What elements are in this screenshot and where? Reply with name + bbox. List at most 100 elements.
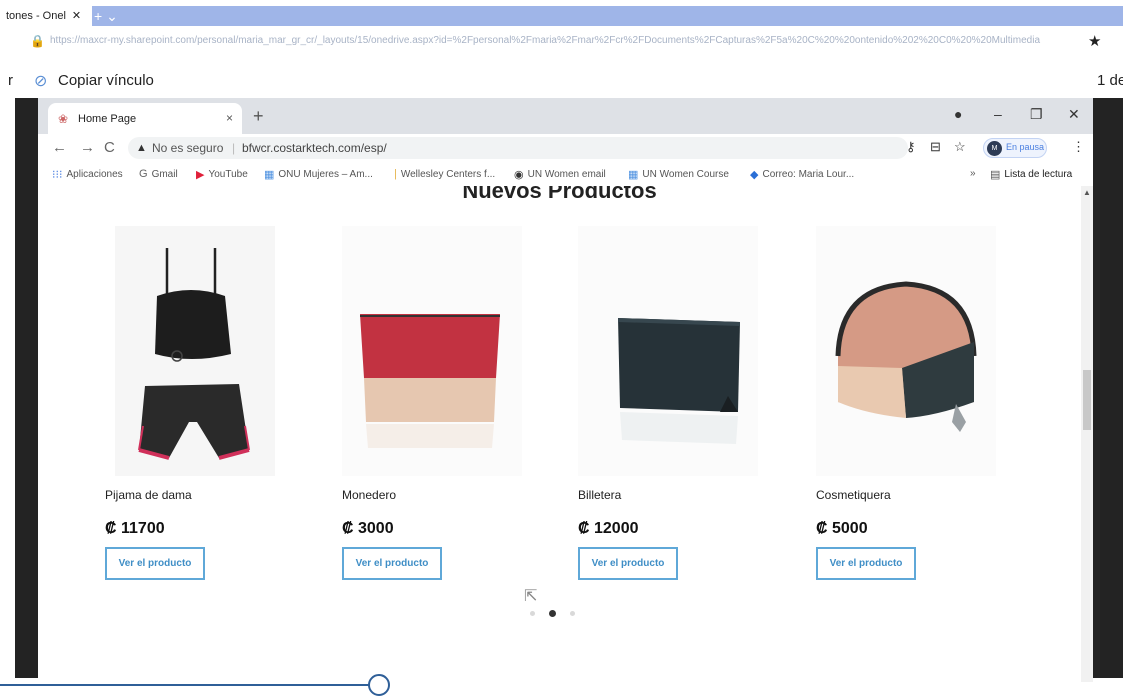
google-icon: G <box>139 168 148 180</box>
view-product-button[interactable]: Ver el producto <box>342 547 442 580</box>
bookmark-label: Gmail <box>151 168 178 180</box>
bookmarks-bar: ⁝⁝⁝ Aplicaciones G Gmail ▶ YouTube ▦ ONU Muj… <box>38 162 1093 186</box>
outer-tab-close-icon[interactable]: ✕ <box>72 6 81 26</box>
view-product-button[interactable]: Ver el producto <box>816 547 916 580</box>
bookmark-label: Aplicaciones <box>66 169 123 180</box>
outer-tab[interactable]: tones - Onel ✕ <box>0 6 87 26</box>
bookmark-youtube[interactable]: ▶ YouTube <box>196 168 248 181</box>
carousel-dots <box>530 610 575 617</box>
product-name[interactable]: Monedero <box>342 488 396 502</box>
close-window-button[interactable]: ✕ <box>1068 106 1080 123</box>
page-content: Nuevos Productos Pijama de dama ₡ 11700 … <box>38 186 1081 682</box>
outer-tab-label: tones - Onel <box>6 10 66 22</box>
copy-link-button[interactable]: Copiar vínculo <box>58 72 154 89</box>
page-counter: 1 de <box>1097 72 1123 89</box>
omnibox-separator: | <box>232 141 236 155</box>
cast-icon[interactable]: ⊟ <box>930 139 941 155</box>
bookmark-correo[interactable]: ◆ Correo: Maria Lour... <box>750 168 854 181</box>
tab-title: Home Page <box>78 113 137 125</box>
bookmark-un-women-email[interactable]: ◉ UN Women email <box>514 168 606 181</box>
product-image-coin-purse[interactable] <box>342 226 522 476</box>
video-progress-handle[interactable] <box>368 674 390 696</box>
bookmark-gmail[interactable]: G Gmail <box>139 168 178 180</box>
left-letterbox <box>15 98 38 678</box>
inner-address-bar[interactable]: ▲ No es seguro | bfwcr.costarktech.com/e… <box>128 137 908 159</box>
back-arrow-icon[interactable]: ← <box>52 139 67 156</box>
menu-icon[interactable]: ⋮ <box>1072 139 1085 155</box>
record-icon[interactable]: ● <box>954 106 962 122</box>
restore-button[interactable]: ❐ <box>1030 106 1043 123</box>
carousel-dot-active[interactable] <box>549 610 556 617</box>
bookmark-label: YouTube <box>208 169 248 180</box>
product-name[interactable]: Billetera <box>578 488 621 502</box>
star-icon[interactable]: ☆ <box>954 139 966 155</box>
profile-button[interactable]: M En pausa <box>983 138 1047 158</box>
scroll-up-arrow-icon[interactable]: ▲ <box>1083 188 1091 197</box>
inner-url[interactable]: bfwcr.costarktech.com/esp/ <box>242 137 387 159</box>
product-price: ₡ 5000 <box>816 520 868 537</box>
right-letterbox <box>1093 98 1123 678</box>
view-product-button[interactable]: Ver el producto <box>105 547 205 580</box>
site-icon: ▦ <box>628 169 639 181</box>
tab-close-icon[interactable]: × <box>226 111 233 125</box>
bookmark-label: UN Women email <box>527 169 606 180</box>
product-name[interactable]: Cosmetiquera <box>816 488 891 502</box>
reading-list-icon: ▤ <box>990 169 1001 181</box>
vertical-scrollbar[interactable]: ▲ <box>1081 186 1093 682</box>
bookmark-label: UN Women Course <box>642 169 729 180</box>
bookmark-apps[interactable]: ⁝⁝⁝ Aplicaciones <box>52 168 123 181</box>
bookmark-label: Wellesley Centers f... <box>400 168 496 180</box>
bookmark-wellesley[interactable]: | Wellesley Centers f... <box>394 168 495 180</box>
toolbar-fragment: r <box>8 72 13 89</box>
apps-grid-icon: ⁝⁝⁝ <box>52 169 63 181</box>
youtube-icon: ▶ <box>196 169 205 181</box>
site-icon: | <box>394 168 397 180</box>
bookmark-label: Correo: Maria Lour... <box>762 169 855 180</box>
outer-tab-bar: tones - Onel ✕ + ⌄ <box>0 0 1123 26</box>
reading-list-label: Lista de lectura <box>1004 169 1073 180</box>
reading-list[interactable]: ▤ Lista de lectura <box>990 168 1072 181</box>
avatar: M <box>987 141 1002 156</box>
site-icon: ▦ <box>264 169 275 181</box>
product-image-cosmetic-bag[interactable] <box>816 226 996 476</box>
inner-tab-strip: ❀ Home Page × + ● – ❐ ✕ <box>38 98 1093 134</box>
bookmark-star-icon[interactable]: ★ <box>1088 32 1101 50</box>
warning-icon: ▲ <box>136 142 147 154</box>
outer-toolbar: r ⊘ Copiar vínculo 1 de <box>0 66 1123 94</box>
carousel-dot[interactable] <box>530 611 535 616</box>
profile-status: En pausa <box>1006 142 1045 152</box>
lock-icon: 🔒 <box>30 34 45 48</box>
product-price: ₡ 11700 <box>105 520 165 537</box>
product-image-pajama[interactable] <box>105 226 285 476</box>
product-image-wallet[interactable] <box>578 226 758 476</box>
outlook-icon: ◆ <box>750 169 759 181</box>
bookmark-un-women-course[interactable]: ▦ UN Women Course <box>628 168 729 181</box>
product-price: ₡ 12000 <box>578 520 639 537</box>
product-price: ₡ 3000 <box>342 520 394 537</box>
outer-url[interactable]: https://maxcr-my.sharepoint.com/personal… <box>50 35 1070 46</box>
site-favicon-icon: ❀ <box>58 112 69 126</box>
view-product-button[interactable]: Ver el producto <box>578 547 678 580</box>
outer-address-bar[interactable]: 🔒 https://maxcr-my.sharepoint.com/person… <box>0 30 1123 52</box>
video-progress-bar[interactable] <box>0 684 380 686</box>
site-icon: ◉ <box>514 169 524 181</box>
inner-browser-window: ❀ Home Page × + ● – ❐ ✕ ← → C ▲ No es se… <box>38 98 1093 682</box>
not-secure-label[interactable]: No es seguro <box>152 137 223 159</box>
outer-tab-strip <box>92 6 1123 26</box>
key-icon[interactable]: ⚷ <box>906 139 916 155</box>
inner-nav-bar: ← → C ▲ No es seguro | bfwcr.costarktech… <box>38 134 1093 162</box>
bookmark-label: ONU Mujeres – Am... <box>278 169 373 180</box>
more-bookmarks-icon[interactable]: » <box>970 168 976 179</box>
section-heading: Nuevos Productos <box>462 186 657 203</box>
reload-icon[interactable]: C <box>104 139 115 156</box>
new-tab-button[interactable]: + <box>253 106 264 127</box>
product-name[interactable]: Pijama de dama <box>105 488 192 502</box>
outer-new-tab-button[interactable]: + ⌄ <box>94 6 122 26</box>
forward-arrow-icon[interactable]: → <box>80 139 95 156</box>
link-icon[interactable]: ⊘ <box>34 71 47 91</box>
carousel-dot[interactable] <box>570 611 575 616</box>
minimize-button[interactable]: – <box>994 106 1002 122</box>
scrollbar-thumb[interactable] <box>1083 370 1091 430</box>
bookmark-onu-mujeres[interactable]: ▦ ONU Mujeres – Am... <box>264 168 373 181</box>
tab-home-page[interactable]: ❀ Home Page × <box>48 103 242 134</box>
